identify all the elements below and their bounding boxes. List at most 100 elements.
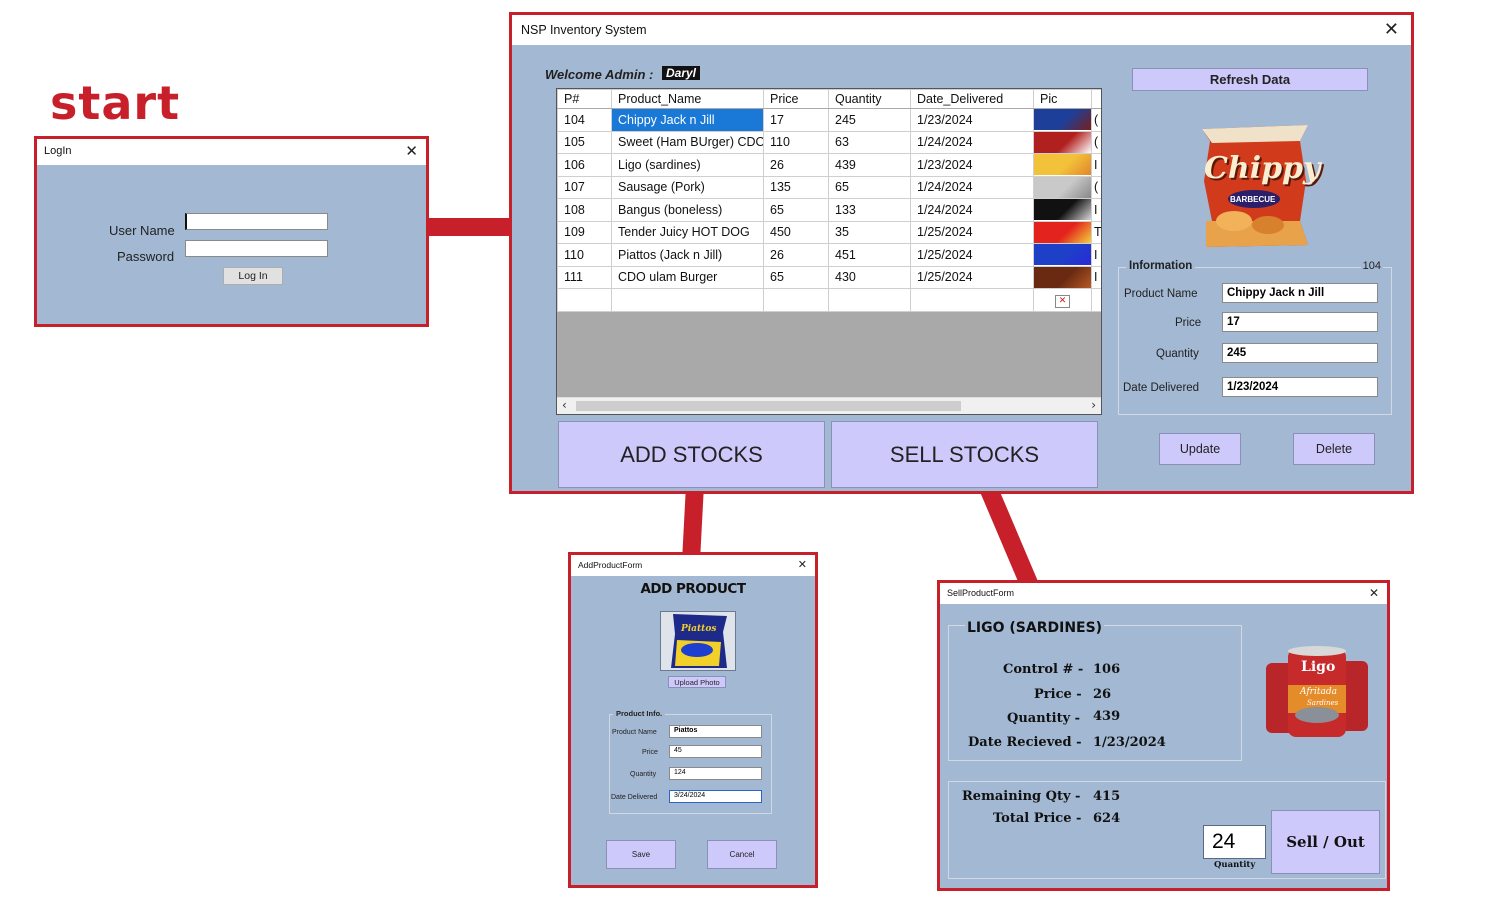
table-cell-date[interactable]: 1/24/2024 bbox=[910, 175, 1034, 199]
products-grid[interactable]: P# Product_Name Price Quantity Date_Delivere… bbox=[556, 88, 1102, 415]
info-product-name-field[interactable]: Chippy Jack n Jill bbox=[1222, 283, 1378, 303]
horizontal-scrollbar[interactable]: ‹ › bbox=[557, 397, 1101, 414]
table-cell-pic[interactable] bbox=[1033, 198, 1092, 222]
table-cell-price[interactable]: 135 bbox=[763, 175, 829, 199]
table-cell-name[interactable]: Ligo (sardines) bbox=[611, 153, 764, 177]
table-cell-pic[interactable] bbox=[1033, 265, 1092, 289]
table-cell-empty[interactable] bbox=[611, 288, 764, 312]
password-input[interactable] bbox=[185, 240, 328, 257]
add-quantity-field[interactable]: 124 bbox=[669, 767, 762, 780]
table-cell-name[interactable]: Sweet (Ham BUrger) CDO bbox=[611, 130, 764, 154]
table-cell-name[interactable]: Tender Juicy HOT DOG bbox=[611, 220, 764, 244]
scroll-left-icon[interactable]: ‹ bbox=[562, 398, 567, 412]
column-header-0[interactable]: P# bbox=[557, 89, 612, 109]
table-cell-price[interactable]: 26 bbox=[763, 153, 829, 177]
info-quantity-field[interactable]: 245 bbox=[1222, 343, 1378, 363]
close-icon[interactable]: ✕ bbox=[1369, 586, 1379, 600]
table-cell-qty[interactable]: 245 bbox=[828, 108, 911, 132]
table-cell-qty[interactable]: 451 bbox=[828, 243, 911, 267]
table-cell-date[interactable]: 1/25/2024 bbox=[910, 220, 1034, 244]
table-cell-pic[interactable] bbox=[1033, 130, 1092, 154]
table-cell-pic-empty[interactable]: ✕ bbox=[1033, 288, 1092, 312]
table-cell-date[interactable]: 1/25/2024 bbox=[910, 243, 1034, 267]
table-row[interactable]: 105 Sweet (Ham BUrger) CDO 110 63 1/24/2024 ( bbox=[557, 130, 1101, 154]
table-cell-pic[interactable] bbox=[1033, 220, 1092, 244]
close-icon[interactable]: ✕ bbox=[405, 142, 418, 160]
close-icon[interactable]: ✕ bbox=[798, 558, 807, 571]
column-header-5[interactable]: Pic bbox=[1033, 89, 1092, 109]
table-cell-id[interactable]: 111 bbox=[557, 265, 612, 289]
scroll-right-icon[interactable]: › bbox=[1091, 398, 1096, 412]
table-cell-date[interactable]: 1/24/2024 bbox=[910, 198, 1034, 222]
table-cell-id[interactable]: 107 bbox=[557, 175, 612, 199]
column-header-2[interactable]: Price bbox=[763, 89, 829, 109]
table-cell-pic[interactable] bbox=[1033, 243, 1092, 267]
refresh-data-button[interactable]: Refresh Data bbox=[1132, 68, 1368, 91]
table-cell-empty[interactable] bbox=[557, 288, 612, 312]
table-cell-id[interactable]: 106 bbox=[557, 153, 612, 177]
sell-stocks-button[interactable]: SELL STOCKS bbox=[831, 421, 1098, 488]
upload-photo-button[interactable]: Upload Photo bbox=[668, 676, 726, 688]
add-date-field[interactable]: 3/24/2024 bbox=[669, 790, 762, 803]
table-row[interactable]: 110 Piattos (Jack n Jill) 26 451 1/25/2024 I bbox=[557, 243, 1101, 267]
table-cell-qty[interactable]: 439 bbox=[828, 153, 911, 177]
column-header-1[interactable]: Product_Name bbox=[611, 89, 764, 109]
table-row[interactable]: 111 CDO ulam Burger 65 430 1/25/2024 I bbox=[557, 265, 1101, 289]
table-cell-id[interactable]: 110 bbox=[557, 243, 612, 267]
table-cell-name[interactable]: Bangus (boneless) bbox=[611, 198, 764, 222]
table-cell-empty[interactable] bbox=[910, 288, 1034, 312]
column-header-4[interactable]: Date_Delivered bbox=[910, 89, 1034, 109]
table-cell-price[interactable]: 26 bbox=[763, 243, 829, 267]
table-cell-id[interactable]: 104 bbox=[557, 108, 612, 132]
table-row[interactable]: 108 Bangus (boneless) 65 133 1/24/2024 I bbox=[557, 198, 1101, 222]
table-row[interactable]: 109 Tender Juicy HOT DOG 450 35 1/25/2024 T bbox=[557, 220, 1101, 244]
table-cell-qty[interactable]: 65 bbox=[828, 175, 911, 199]
table-cell-name[interactable]: Chippy Jack n Jill bbox=[611, 108, 764, 132]
table-row[interactable]: 107 Sausage (Pork) 135 65 1/24/2024 ( bbox=[557, 175, 1101, 199]
close-icon[interactable]: ✕ bbox=[1384, 19, 1399, 40]
table-cell-qty[interactable]: 430 bbox=[828, 265, 911, 289]
table-cell-id[interactable]: 109 bbox=[557, 220, 612, 244]
table-cell-id[interactable]: 105 bbox=[557, 130, 612, 154]
add-product-name-field[interactable]: Piattos bbox=[669, 725, 762, 738]
add-stocks-button[interactable]: ADD STOCKS bbox=[558, 421, 825, 488]
save-button[interactable]: Save bbox=[606, 840, 676, 869]
table-new-row[interactable]: ✕ bbox=[557, 288, 1101, 312]
table-cell-name[interactable]: Piattos (Jack n Jill) bbox=[611, 243, 764, 267]
table-cell-price[interactable]: 65 bbox=[763, 198, 829, 222]
table-cell-empty[interactable] bbox=[1091, 288, 1101, 312]
table-cell-date[interactable]: 1/23/2024 bbox=[910, 153, 1034, 177]
table-row[interactable]: 106 Ligo (sardines) 26 439 1/23/2024 I bbox=[557, 153, 1101, 177]
table-cell-id[interactable]: 108 bbox=[557, 198, 612, 222]
cancel-button[interactable]: Cancel bbox=[707, 840, 777, 869]
table-cell-pic[interactable] bbox=[1033, 153, 1092, 177]
table-cell-pic[interactable] bbox=[1033, 108, 1092, 132]
table-cell-qty[interactable]: 63 bbox=[828, 130, 911, 154]
scrollbar-thumb[interactable] bbox=[576, 401, 961, 411]
table-cell-price[interactable]: 450 bbox=[763, 220, 829, 244]
table-cell-empty[interactable] bbox=[763, 288, 829, 312]
table-row[interactable]: 104 Chippy Jack n Jill 17 245 1/23/2024 ( bbox=[557, 108, 1101, 132]
update-button[interactable]: Update bbox=[1159, 433, 1241, 465]
info-date-field[interactable]: 1/23/2024 bbox=[1222, 377, 1378, 397]
username-input[interactable] bbox=[185, 213, 328, 230]
table-cell-price[interactable]: 17 bbox=[763, 108, 829, 132]
table-cell-name[interactable]: Sausage (Pork) bbox=[611, 175, 764, 199]
login-button[interactable]: Log In bbox=[223, 267, 283, 285]
table-cell-qty[interactable]: 133 bbox=[828, 198, 911, 222]
table-cell-date[interactable]: 1/25/2024 bbox=[910, 265, 1034, 289]
column-header-3[interactable]: Quantity bbox=[828, 89, 911, 109]
table-cell-price[interactable]: 110 bbox=[763, 130, 829, 154]
table-cell-name[interactable]: CDO ulam Burger bbox=[611, 265, 764, 289]
sell-out-button[interactable]: Sell / Out bbox=[1271, 810, 1380, 874]
sell-quantity-input[interactable]: 24 bbox=[1203, 825, 1266, 859]
table-cell-pic[interactable] bbox=[1033, 175, 1092, 199]
delete-button[interactable]: Delete bbox=[1293, 433, 1375, 465]
add-price-field[interactable]: 45 bbox=[669, 745, 762, 758]
table-cell-date[interactable]: 1/24/2024 bbox=[910, 130, 1034, 154]
table-cell-date[interactable]: 1/23/2024 bbox=[910, 108, 1034, 132]
table-cell-qty[interactable]: 35 bbox=[828, 220, 911, 244]
table-cell-empty[interactable] bbox=[828, 288, 911, 312]
info-price-field[interactable]: 17 bbox=[1222, 312, 1378, 332]
table-cell-price[interactable]: 65 bbox=[763, 265, 829, 289]
